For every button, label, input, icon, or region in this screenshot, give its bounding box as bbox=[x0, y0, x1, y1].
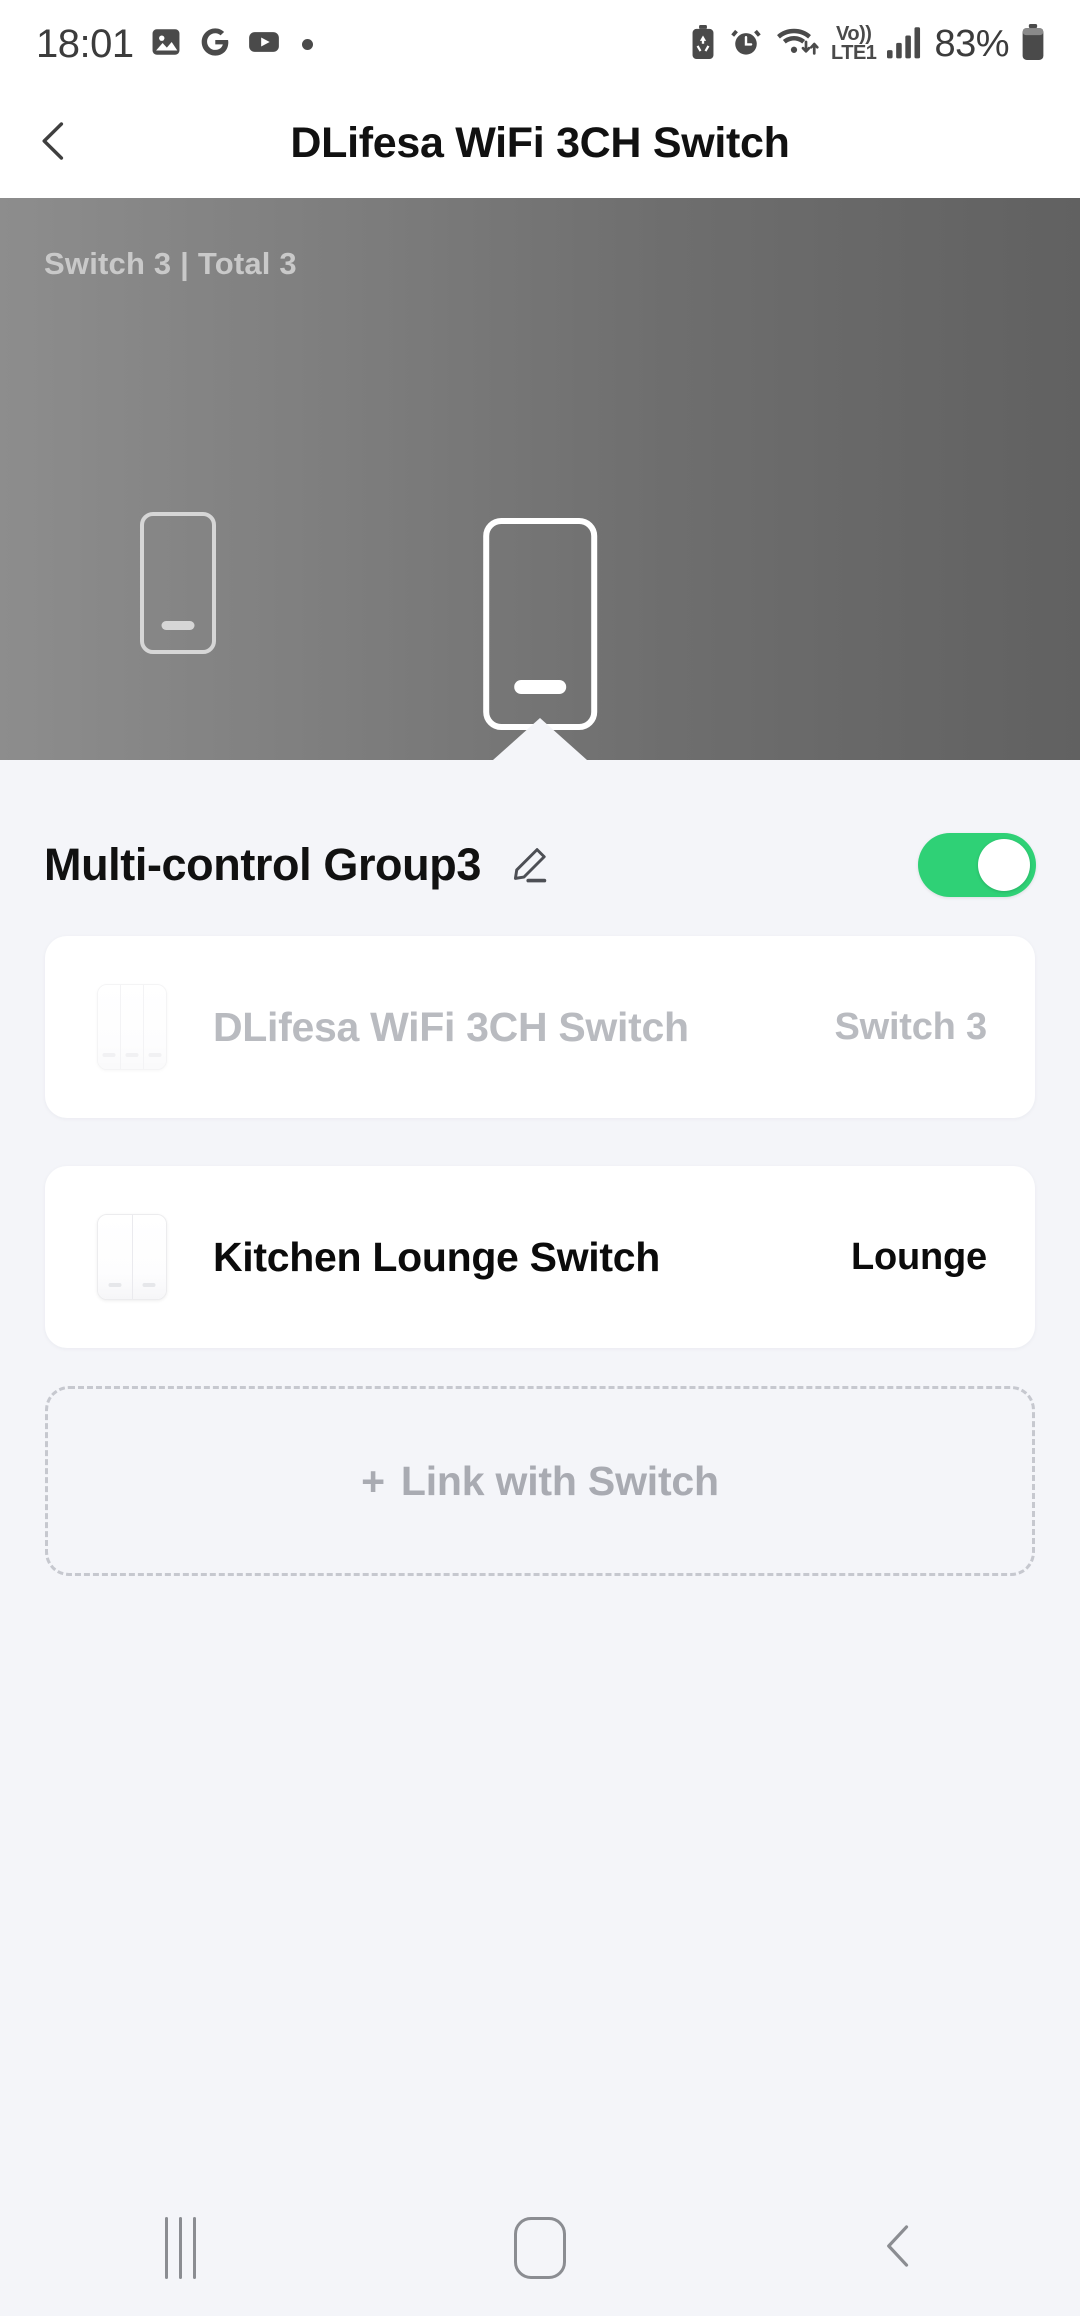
switch-carousel[interactable]: Switch 3 bbox=[0, 198, 1080, 760]
link-with-switch-button[interactable]: + Link with Switch bbox=[45, 1386, 1035, 1576]
photos-icon bbox=[149, 25, 183, 64]
app-screen: 18:01 Vo)) LTE1 83% DLifesa WiFi 3CH Swi… bbox=[0, 0, 1080, 2316]
plus-icon: + bbox=[361, 1457, 385, 1504]
back-icon bbox=[874, 2220, 926, 2277]
back-button[interactable] bbox=[0, 88, 110, 198]
gang bbox=[98, 985, 120, 1069]
youtube-icon bbox=[247, 25, 281, 64]
switch-outline-icon bbox=[483, 518, 597, 730]
dot-indicator-icon bbox=[301, 38, 313, 50]
device-channel: Switch 3 bbox=[834, 1005, 987, 1048]
hero-caret-notch bbox=[493, 718, 587, 760]
group-title: Multi-control Group3 bbox=[44, 839, 481, 890]
device-channel: Lounge bbox=[851, 1235, 987, 1278]
signal-bars-icon bbox=[887, 25, 923, 64]
nav-back-button[interactable] bbox=[810, 2180, 990, 2316]
group-toggle-switch[interactable] bbox=[918, 833, 1036, 897]
system-nav-bar bbox=[0, 2180, 1080, 2316]
nav-home-button[interactable] bbox=[450, 2180, 630, 2316]
switch-led-icon bbox=[161, 621, 195, 630]
link-with-switch-label: Link with Switch bbox=[400, 1457, 719, 1504]
home-icon bbox=[514, 2217, 566, 2279]
device-name: DLifesa WiFi 3CH Switch bbox=[213, 1003, 689, 1050]
pencil-edit-icon[interactable] bbox=[507, 843, 551, 887]
google-icon bbox=[198, 25, 232, 64]
group-header-row: Multi-control Group3 bbox=[0, 810, 1080, 920]
status-bar-right: Vo)) LTE1 83% bbox=[688, 23, 1046, 66]
lte-label: LTE1 bbox=[831, 42, 877, 64]
toggle-knob bbox=[978, 839, 1030, 891]
status-bar: 18:01 Vo)) LTE1 83% bbox=[0, 0, 1080, 88]
device-hero: Switch 3 | Total 3 Switch 3 bbox=[0, 198, 1080, 760]
switch-outline-icon bbox=[140, 512, 216, 654]
gang bbox=[98, 1215, 132, 1299]
volte-lte-indicator: Vo)) LTE1 bbox=[831, 24, 877, 64]
device-card-active[interactable]: Kitchen Lounge Switch Lounge bbox=[45, 1166, 1035, 1348]
nav-recents-button[interactable] bbox=[90, 2180, 270, 2316]
app-header: DLifesa WiFi 3CH Switch bbox=[0, 88, 1080, 198]
alarm-icon bbox=[729, 25, 763, 64]
carousel-item-previous[interactable] bbox=[140, 512, 216, 654]
recents-icon bbox=[164, 2217, 196, 2279]
wifi-data-icon bbox=[774, 24, 820, 65]
wall-switch-2gang-icon bbox=[97, 1214, 167, 1300]
back-chevron-icon bbox=[31, 117, 79, 170]
gang bbox=[143, 985, 166, 1069]
page-title: DLifesa WiFi 3CH Switch bbox=[290, 118, 790, 167]
device-name: Kitchen Lounge Switch bbox=[213, 1233, 660, 1280]
gang bbox=[131, 1215, 166, 1299]
battery-saver-icon bbox=[688, 24, 718, 64]
device-card-disabled[interactable]: DLifesa WiFi 3CH Switch Switch 3 bbox=[45, 936, 1035, 1118]
battery-percent-label: 83% bbox=[934, 22, 1009, 65]
status-bar-clock: 18:01 bbox=[36, 21, 134, 66]
gang bbox=[120, 985, 143, 1069]
battery-icon bbox=[1020, 23, 1046, 65]
status-bar-left: 18:01 bbox=[36, 22, 313, 67]
wall-switch-3gang-icon bbox=[97, 984, 167, 1070]
switch-led-icon bbox=[514, 680, 566, 694]
